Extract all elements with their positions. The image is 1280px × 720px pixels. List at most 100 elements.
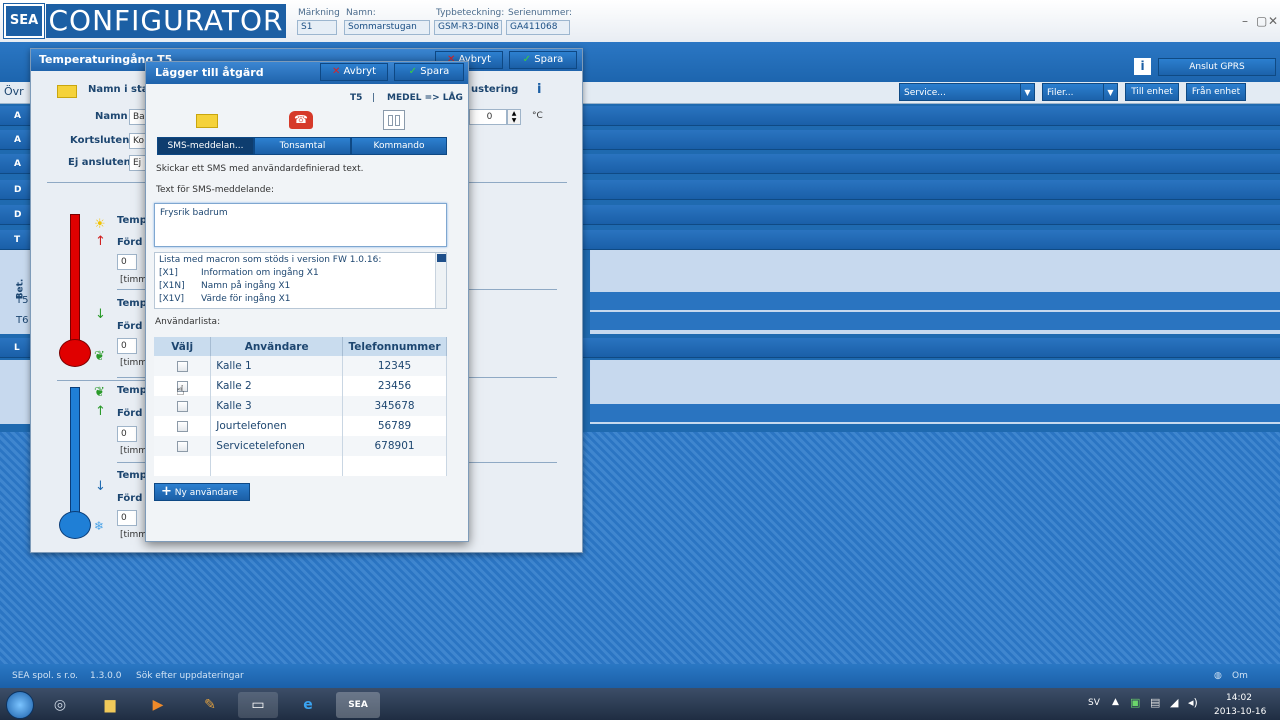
taskbar-app-icon[interactable]: ◎ [40,692,80,718]
save-button[interactable]: ✓ Spara [394,63,464,81]
section-letter: D [14,185,22,195]
table-row[interactable] [590,292,1280,310]
table-row[interactable]: Kalle 3 345678 [154,396,447,416]
section-letter: L [14,343,20,353]
select-checkbox[interactable] [176,420,188,432]
transition-label: MEDEL => LÅG [387,93,463,103]
row-label: T6 [16,315,29,326]
delay-label: Förd [117,408,143,419]
delay-input[interactable]: 0 [117,338,137,354]
serial-field: GA411068 [506,20,570,35]
column-header: Telefonnummer [342,337,447,356]
tray-app-icon[interactable]: ▣ [1130,696,1140,709]
snowflake-icon: ❄ [94,519,105,533]
chevron-down-icon: ▼ [1020,84,1034,100]
close-button[interactable]: ✕ [1268,14,1278,28]
maximize-button[interactable]: ▢ [1256,14,1267,28]
thermometer-bulb-cold [59,511,91,539]
scrollbar-thumb[interactable] [437,254,446,262]
taskbar-app-icon[interactable]: ▭ [238,692,278,718]
table-row[interactable] [590,312,1280,330]
tab-sms[interactable]: SMS-meddelan... [157,137,254,155]
delay-label: Förd [117,321,143,332]
delay-input[interactable]: 0 [117,510,137,526]
chevron-down-icon: ▼ [1103,84,1117,100]
user-name: Kalle 2 [210,376,344,396]
clock-time[interactable]: 14:02 [1226,693,1252,703]
command-switch-icon[interactable] [383,110,405,130]
select-checkbox[interactable] [176,440,188,452]
table-row[interactable]: Kalle 2 23456 [154,376,447,396]
table-row[interactable] [590,404,1280,422]
info-icon[interactable]: i [1134,58,1151,75]
version-label: 1.3.0.0 [90,671,122,681]
arrow-down-icon: ↓ [95,479,106,494]
back-save-button[interactable]: ✓ Spara [509,51,577,69]
table-row[interactable]: Servicetelefonen 678901 [154,436,447,456]
check-updates-link[interactable]: Sök efter uppdateringar [136,664,244,688]
clock-date[interactable]: 2013-10-16 [1214,707,1266,717]
start-button[interactable] [6,691,34,719]
taskbar-app-icon[interactable]: ✎ [190,692,230,718]
select-checkbox[interactable] [176,400,188,412]
delay-input[interactable]: 0 [117,426,137,442]
info-icon[interactable]: i [537,82,541,97]
network-icon[interactable]: ◢ [1170,696,1178,709]
tab-tone-call[interactable]: Tonsamtal [254,137,351,155]
offset-input[interactable]: 0 [469,109,507,125]
offset-stepper[interactable]: ▲ ▼ [507,109,521,125]
files-select[interactable]: Filer... ▼ [1042,83,1118,101]
user-phone: 23456 [342,376,447,396]
thermometer-hot-icon [70,214,80,344]
envelope-icon[interactable] [196,114,218,128]
sun-icon: ☀ [94,217,106,232]
sms-textarea[interactable]: Frysrik badrum [154,203,447,247]
serial-label: Serienummer: [508,8,573,18]
volume-icon[interactable]: ◂) [1188,696,1198,709]
select-checkbox[interactable] [176,360,188,372]
check-icon: ✓ [408,66,418,77]
media-player-icon[interactable]: ▶ [138,692,178,718]
user-table: Välj Användare Telefonnummer Kalle 1 123… [154,337,447,476]
macro-list: Lista med macron som stöds i version FW … [154,252,447,309]
timer-label: [timm [120,530,148,540]
from-unit-button[interactable]: Från enhet [1186,83,1246,101]
about-link[interactable]: Om [1232,664,1248,688]
user-name: Kalle 3 [210,396,344,416]
marking-field: S1 [297,20,337,35]
name-label: Namn: [346,8,376,18]
envelope-icon [57,85,77,98]
tray-app-icon[interactable]: ▤ [1150,696,1160,709]
configurator-taskbar-icon[interactable]: SEA [336,692,380,718]
input-reference: T5 [350,93,363,103]
minimize-button[interactable]: – [1242,14,1248,28]
language-indicator[interactable]: SV [1088,698,1100,708]
cancel-button[interactable]: ✕ Avbryt [320,63,388,81]
temp-label: Temp [117,470,147,481]
type-label: Typbeteckning: [436,8,505,18]
folder-icon[interactable]: ▆ [90,692,130,718]
table-row [154,456,447,476]
table-row[interactable]: Jourtelefonen 56789 [154,416,447,436]
sea-logo: SEA [4,4,44,38]
action-description: Skickar ett SMS med användardefinierad t… [156,164,364,174]
user-name: Jourtelefonen [210,416,344,436]
timer-label: [timm [120,275,148,285]
delay-input[interactable]: 0 [117,254,137,270]
name-state-label: Namn i sta [88,84,149,95]
tray-chevron-icon[interactable]: ▲ [1112,697,1119,707]
scrollbar[interactable] [435,253,446,308]
not-connected-label: Ej ansluten [68,157,131,168]
table-row[interactable]: Kalle 1 12345 [154,356,447,376]
service-select[interactable]: Service... ▼ [899,83,1035,101]
temp-label: Temp [117,298,147,309]
connect-gprs-button[interactable]: Anslut GPRS [1158,58,1276,76]
close-icon: ✕ [331,66,341,77]
background-side: A A A D D T Bet. T5 T6 L [0,106,30,446]
tab-command[interactable]: Kommando [351,137,447,155]
to-unit-button[interactable]: Till enhet [1125,83,1179,101]
browser-icon[interactable]: e [288,692,328,718]
app-header: SEA CONFIGURATOR Märkning S1 Namn: Somma… [0,0,1280,42]
phone-icon[interactable]: ☎ [289,111,313,129]
new-user-button[interactable]: + Ny användare [154,483,250,501]
